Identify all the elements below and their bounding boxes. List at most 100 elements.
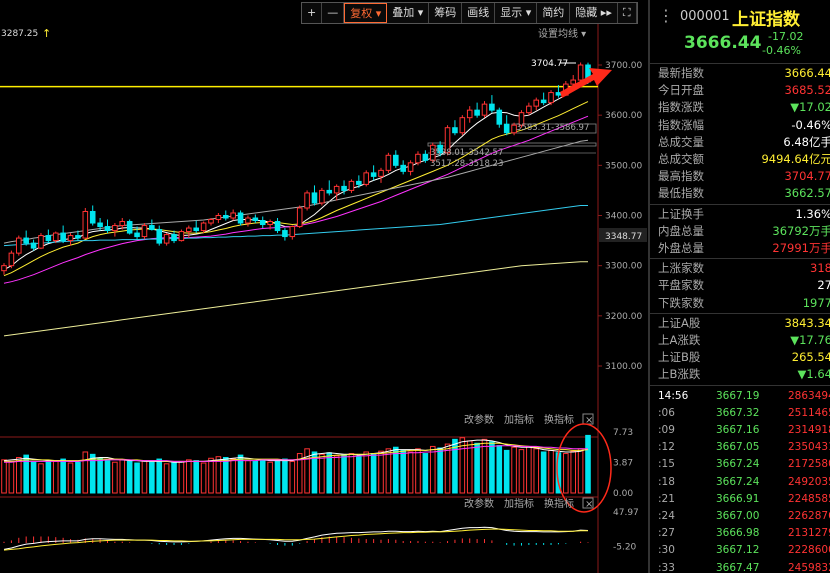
stat-value: 3685.52 [784,83,830,98]
volume-add-button[interactable]: 加指标 [504,413,534,426]
stat-value: ▼1.64 [797,367,830,382]
volume-bar [215,456,222,494]
price-tick-label: 3500.00 [605,161,642,171]
candle-body [75,235,81,239]
macd-switch-button[interactable]: 换指标 [544,497,574,510]
volume-bar [570,450,577,494]
volume-bar [186,459,192,494]
stat-row: 上B涨跌 ▼1.64 [658,366,830,383]
volume-bar [8,460,15,494]
volume-tick-label: 0.00 [613,489,633,499]
volume-bar [400,449,406,494]
volume-bar [282,458,288,494]
candle-body [208,219,214,224]
stat-row: 上证A股 3843.34 [658,315,830,332]
candle-body [466,109,473,119]
tick-time: :15 [658,458,675,471]
candle-body [400,164,406,172]
stat-value: 1.36% [795,206,830,221]
stat-value: 9494.64亿元 [761,152,830,166]
candle-body [112,225,118,232]
tick-time: :18 [658,475,675,488]
stat-label: 上涨家数 [658,261,704,276]
stat-label: 平盘家数 [658,278,704,293]
macd-tick-label: -5.20 [613,542,637,552]
stat-row: 今日开盘 3685.52 [658,82,830,99]
volume-bar [511,446,517,494]
tick-vol: 2863494 [788,389,830,402]
price-tick-label: 3600.00 [605,111,642,121]
tick-price: 3667.32 [716,406,760,419]
candle-body [134,232,140,238]
volume-params-button[interactable]: 改参数 [464,413,494,426]
stat-label: 总成交量 [658,134,704,149]
tick-row: :18 3667.24 2492035 [658,474,830,491]
candle-body [89,210,96,224]
volume-bar [437,447,443,494]
tick-time: :24 [658,510,675,522]
zoom-in-button[interactable]: + [302,3,323,23]
candle-body [245,217,251,224]
candle-body [178,231,185,242]
index-code: 000001 [680,9,730,24]
candle-body [533,99,540,107]
stat-label: 内盘总量 [658,223,704,238]
candle-body [348,180,355,191]
volume-bar [474,442,480,494]
kline-chart[interactable]: 3100.00 3200.00 3300.00 3400.00 3500.00 3600.… [0,0,648,573]
candle-body [200,222,207,232]
candle-body [282,230,288,238]
stat-label: 今日开盘 [658,83,704,98]
candle-body [52,232,59,242]
ma-line [3,115,589,284]
stat-value: 36792万手 [772,223,830,238]
divider [650,203,830,205]
tick-row: 14:56 3667.19 2863494 [658,388,830,405]
draw-line-button[interactable]: 画线 [462,3,496,23]
volume-bar [496,445,503,494]
candle-body [97,222,103,228]
fuquan-dropdown[interactable]: 复权 ▾ [344,3,388,23]
price-tick-label: 3700.00 [605,61,642,71]
tick-row: :12 3667.05 2350431 [658,439,830,456]
overlay-dropdown[interactable]: 叠加 ▾ [387,3,430,23]
volume-bar [126,460,133,494]
volume-bar [341,454,347,494]
panel-menu-icon[interactable]: ⋮ [658,6,674,25]
tick-vol: 2459832 [788,561,830,573]
ma-settings-button[interactable]: 设置均线 ▾ [538,27,586,40]
volume-bar [422,453,429,494]
top-left-price-label: 3287.25 [1,29,38,39]
hide-button[interactable]: 隐藏 ▸▸ [570,3,618,23]
candle-body [489,103,495,111]
display-dropdown[interactable]: 显示 ▾ [495,3,538,23]
candle-body [222,215,229,219]
candle-body [422,153,429,161]
tick-vol: 2314918 [788,424,830,436]
volume-switch-button[interactable]: 换指标 [544,413,574,426]
volume-bar [208,457,214,494]
candle-body [30,242,37,249]
candle-body [45,235,52,242]
volume-bar [97,457,103,494]
chips-button[interactable]: 筹码 [429,3,463,23]
macd-params-button[interactable]: 改参数 [464,497,494,510]
candle-body [311,192,318,204]
volume-bar [466,440,473,494]
quote-header: ⋮ 000001 上证指数 3666.44 -17.02 -0.46% [650,0,830,62]
divider [650,258,830,260]
macd-add-button[interactable]: 加指标 [504,497,534,510]
candle-body [415,153,421,164]
stat-label: 上证A股 [658,315,701,330]
stat-value: 265.54 [791,350,830,365]
stat-value: ▼17.76 [790,333,830,347]
stat-value: ▼17.02 [790,100,830,115]
fullscreen-button[interactable]: ⛶ [618,3,637,23]
volume-bar [563,453,569,494]
volume-bar [518,449,525,494]
candle-body [15,237,22,254]
simple-mode-button[interactable]: 简约 [537,3,571,23]
zoom-out-button[interactable]: — [322,3,345,23]
stat-row: 内盘总量 36792万手 [658,223,830,240]
volume-bar [75,461,81,494]
